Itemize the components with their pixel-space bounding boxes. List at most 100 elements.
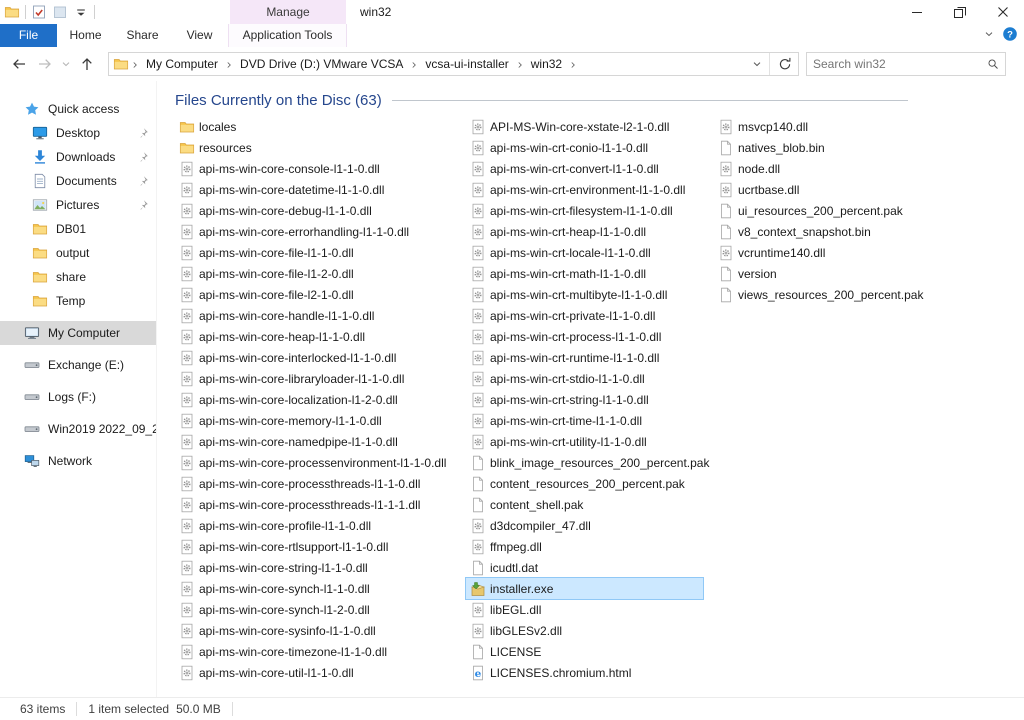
minimize-button[interactable] — [895, 0, 938, 24]
file-item-api-ms-win-core-util-l1-1-0-dll[interactable]: api-ms-win-core-util-l1-1-0.dll — [175, 662, 455, 683]
file-item-api-ms-win-core-file-l2-1-0-dll[interactable]: api-ms-win-core-file-l2-1-0.dll — [175, 284, 455, 305]
file-item-ucrtbase-dll[interactable]: ucrtbase.dll — [714, 179, 1003, 200]
file-item-api-ms-win-core-processthreads-l1-1-0-dll[interactable]: api-ms-win-core-processthreads-l1-1-0.dl… — [175, 473, 455, 494]
file-item-api-ms-win-core-processenvironment-l1-1-0-dll[interactable]: api-ms-win-core-processenvironment-l1-1-… — [175, 452, 455, 473]
sidebar-item-quick-access[interactable]: Quick access — [0, 97, 156, 121]
file-item-libegl-dll[interactable]: libEGL.dll — [466, 599, 703, 620]
file-item-resources[interactable]: resources — [175, 137, 455, 158]
file-item-blink-image-resources-200-percent-pak[interactable]: blink_image_resources_200_percent.pak — [466, 452, 703, 473]
address-bar[interactable]: My Computer DVD Drive (D:) VMware VCSA vcs… — [108, 52, 799, 76]
file-item-version[interactable]: version — [714, 263, 1003, 284]
file-item-api-ms-win-crt-utility-l1-1-0-dll[interactable]: api-ms-win-crt-utility-l1-1-0.dll — [466, 431, 703, 452]
file-item-icudtl-dat[interactable]: icudtl.dat — [466, 557, 703, 578]
help-icon[interactable]: ? — [1002, 26, 1018, 42]
sidebar-item-temp[interactable]: Temp — [0, 289, 156, 313]
manage-contextual-tab[interactable]: Manage — [230, 0, 346, 24]
file-item-locales[interactable]: locales — [175, 116, 455, 137]
file-item-api-ms-win-core-errorhandling-l1-1-0-dll[interactable]: api-ms-win-core-errorhandling-l1-1-0.dll — [175, 221, 455, 242]
file-item-api-ms-win-core-timezone-l1-1-0-dll[interactable]: api-ms-win-core-timezone-l1-1-0.dll — [175, 641, 455, 662]
new-folder-icon[interactable] — [52, 4, 68, 20]
file-item-api-ms-win-core-file-l1-1-0-dll[interactable]: api-ms-win-core-file-l1-1-0.dll — [175, 242, 455, 263]
file-item-d3dcompiler-47-dll[interactable]: d3dcompiler_47.dll — [466, 515, 703, 536]
file-item-api-ms-win-core-libraryloader-l1-1-0-dll[interactable]: api-ms-win-core-libraryloader-l1-1-0.dll — [175, 368, 455, 389]
close-button[interactable] — [981, 0, 1024, 24]
sidebar-item-downloads[interactable]: Downloads — [0, 145, 156, 169]
back-button[interactable] — [6, 51, 32, 77]
file-item-api-ms-win-crt-environment-l1-1-0-dll[interactable]: api-ms-win-crt-environment-l1-1-0.dll — [466, 179, 703, 200]
sidebar-item-share[interactable]: share — [0, 265, 156, 289]
up-button[interactable] — [74, 51, 100, 77]
file-item-msvcp140-dll[interactable]: msvcp140.dll — [714, 116, 1003, 137]
file-item-api-ms-win-core-synch-l1-2-0-dll[interactable]: api-ms-win-core-synch-l1-2-0.dll — [175, 599, 455, 620]
breadcrumb-item-dvd-drive-d-vmware-vcsa[interactable]: DVD Drive (D:) VMware VCSA — [235, 57, 408, 71]
file-item-api-ms-win-core-debug-l1-1-0-dll[interactable]: api-ms-win-core-debug-l1-1-0.dll — [175, 200, 455, 221]
file-item-api-ms-win-core-synch-l1-1-0-dll[interactable]: api-ms-win-core-synch-l1-1-0.dll — [175, 578, 455, 599]
search-icon[interactable] — [987, 58, 999, 70]
file-item-api-ms-win-core-profile-l1-1-0-dll[interactable]: api-ms-win-core-profile-l1-1-0.dll — [175, 515, 455, 536]
file-item-api-ms-win-core-sysinfo-l1-1-0-dll[interactable]: api-ms-win-core-sysinfo-l1-1-0.dll — [175, 620, 455, 641]
sidebar-item-logs-f[interactable]: Logs (F:) — [0, 385, 156, 409]
file-item-api-ms-win-core-string-l1-1-0-dll[interactable]: api-ms-win-core-string-l1-1-0.dll — [175, 557, 455, 578]
file-item-content-resources-200-percent-pak[interactable]: content_resources_200_percent.pak — [466, 473, 703, 494]
file-item-api-ms-win-core-memory-l1-1-0-dll[interactable]: api-ms-win-core-memory-l1-1-0.dll — [175, 410, 455, 431]
file-item-api-ms-win-crt-private-l1-1-0-dll[interactable]: api-ms-win-crt-private-l1-1-0.dll — [466, 305, 703, 326]
file-item-installer-exe[interactable]: installer.exe — [466, 578, 703, 599]
file-item-node-dll[interactable]: node.dll — [714, 158, 1003, 179]
file-item-licenses-chromium-html[interactable]: eLICENSES.chromium.html — [466, 662, 703, 683]
file-item-api-ms-win-crt-math-l1-1-0-dll[interactable]: api-ms-win-crt-math-l1-1-0.dll — [466, 263, 703, 284]
refresh-icon[interactable] — [777, 56, 793, 72]
sidebar-item-output[interactable]: output — [0, 241, 156, 265]
file-item-api-ms-win-core-file-l1-2-0-dll[interactable]: api-ms-win-core-file-l1-2-0.dll — [175, 263, 455, 284]
file-item-api-ms-win-crt-runtime-l1-1-0-dll[interactable]: api-ms-win-crt-runtime-l1-1-0.dll — [466, 347, 703, 368]
sidebar-item-exchange-e[interactable]: Exchange (E:) — [0, 353, 156, 377]
file-item-api-ms-win-core-localization-l1-2-0-dll[interactable]: api-ms-win-core-localization-l1-2-0.dll — [175, 389, 455, 410]
file-item-content-shell-pak[interactable]: content_shell.pak — [466, 494, 703, 515]
sidebar-item-network[interactable]: Network — [0, 449, 156, 473]
file-item-api-ms-win-crt-conio-l1-1-0-dll[interactable]: api-ms-win-crt-conio-l1-1-0.dll — [466, 137, 703, 158]
file-item-api-ms-win-crt-filesystem-l1-1-0-dll[interactable]: api-ms-win-crt-filesystem-l1-1-0.dll — [466, 200, 703, 221]
file-item-api-ms-win-crt-convert-l1-1-0-dll[interactable]: api-ms-win-crt-convert-l1-1-0.dll — [466, 158, 703, 179]
file-item-ui-resources-200-percent-pak[interactable]: ui_resources_200_percent.pak — [714, 200, 1003, 221]
file-item-api-ms-win-crt-string-l1-1-0-dll[interactable]: api-ms-win-crt-string-l1-1-0.dll — [466, 389, 703, 410]
file-item-vcruntime140-dll[interactable]: vcruntime140.dll — [714, 242, 1003, 263]
file-item-v8-context-snapshot-bin[interactable]: v8_context_snapshot.bin — [714, 221, 1003, 242]
file-item-api-ms-win-core-heap-l1-1-0-dll[interactable]: api-ms-win-core-heap-l1-1-0.dll — [175, 326, 455, 347]
file-item-api-ms-win-core-handle-l1-1-0-dll[interactable]: api-ms-win-core-handle-l1-1-0.dll — [175, 305, 455, 326]
file-item-natives-blob-bin[interactable]: natives_blob.bin — [714, 137, 1003, 158]
maximize-button[interactable] — [938, 0, 981, 24]
tab-file[interactable]: File — [0, 24, 57, 47]
qat-customize-icon[interactable] — [73, 4, 89, 20]
file-item-license[interactable]: LICENSE — [466, 641, 703, 662]
sidebar-item-win2019-2022-09-27[interactable]: Win2019 2022_09_27 ( — [0, 417, 156, 441]
file-item-api-ms-win-crt-process-l1-1-0-dll[interactable]: api-ms-win-crt-process-l1-1-0.dll — [466, 326, 703, 347]
sidebar-item-pictures[interactable]: Pictures — [0, 193, 156, 217]
tab-home[interactable]: Home — [57, 24, 114, 47]
sidebar-item-db01[interactable]: DB01 — [0, 217, 156, 241]
breadcrumb-item-vcsa-ui-installer[interactable]: vcsa-ui-installer — [420, 57, 513, 71]
tab-application-tools[interactable]: Application Tools — [228, 24, 347, 47]
sidebar-item-my-computer[interactable]: My Computer — [0, 321, 156, 345]
file-item-api-ms-win-core-namedpipe-l1-1-0-dll[interactable]: api-ms-win-core-namedpipe-l1-1-0.dll — [175, 431, 455, 452]
breadcrumb-item-win32[interactable]: win32 — [526, 57, 567, 71]
file-item-api-ms-win-core-processthreads-l1-1-1-dll[interactable]: api-ms-win-core-processthreads-l1-1-1.dl… — [175, 494, 455, 515]
tab-view[interactable]: View — [171, 24, 228, 47]
breadcrumb-item-my-computer[interactable]: My Computer — [141, 57, 223, 71]
tab-share[interactable]: Share — [114, 24, 171, 47]
sidebar-item-documents[interactable]: Documents — [0, 169, 156, 193]
file-item-api-ms-win-core-interlocked-l1-1-0-dll[interactable]: api-ms-win-core-interlocked-l1-1-0.dll — [175, 347, 455, 368]
file-item-api-ms-win-crt-multibyte-l1-1-0-dll[interactable]: api-ms-win-crt-multibyte-l1-1-0.dll — [466, 284, 703, 305]
file-item-api-ms-win-crt-heap-l1-1-0-dll[interactable]: api-ms-win-crt-heap-l1-1-0.dll — [466, 221, 703, 242]
search-box[interactable] — [806, 52, 1006, 76]
address-dropdown-icon[interactable] — [751, 58, 763, 70]
file-item-libglesv2-dll[interactable]: libGLESv2.dll — [466, 620, 703, 641]
file-item-api-ms-win-core-console-l1-1-0-dll[interactable]: api-ms-win-core-console-l1-1-0.dll — [175, 158, 455, 179]
sidebar-item-desktop[interactable]: Desktop — [0, 121, 156, 145]
file-item-api-ms-win-crt-stdio-l1-1-0-dll[interactable]: api-ms-win-crt-stdio-l1-1-0.dll — [466, 368, 703, 389]
file-item-ffmpeg-dll[interactable]: ffmpeg.dll — [466, 536, 703, 557]
recent-locations-button[interactable] — [58, 51, 74, 77]
file-item-api-ms-win-core-datetime-l1-1-0-dll[interactable]: api-ms-win-core-datetime-l1-1-0.dll — [175, 179, 455, 200]
file-item-api-ms-win-core-xstate-l2-1-0-dll[interactable]: API-MS-Win-core-xstate-l2-1-0.dll — [466, 116, 703, 137]
ribbon-collapse-icon[interactable] — [983, 28, 995, 40]
file-item-api-ms-win-crt-locale-l1-1-0-dll[interactable]: api-ms-win-crt-locale-l1-1-0.dll — [466, 242, 703, 263]
forward-button[interactable] — [32, 51, 58, 77]
